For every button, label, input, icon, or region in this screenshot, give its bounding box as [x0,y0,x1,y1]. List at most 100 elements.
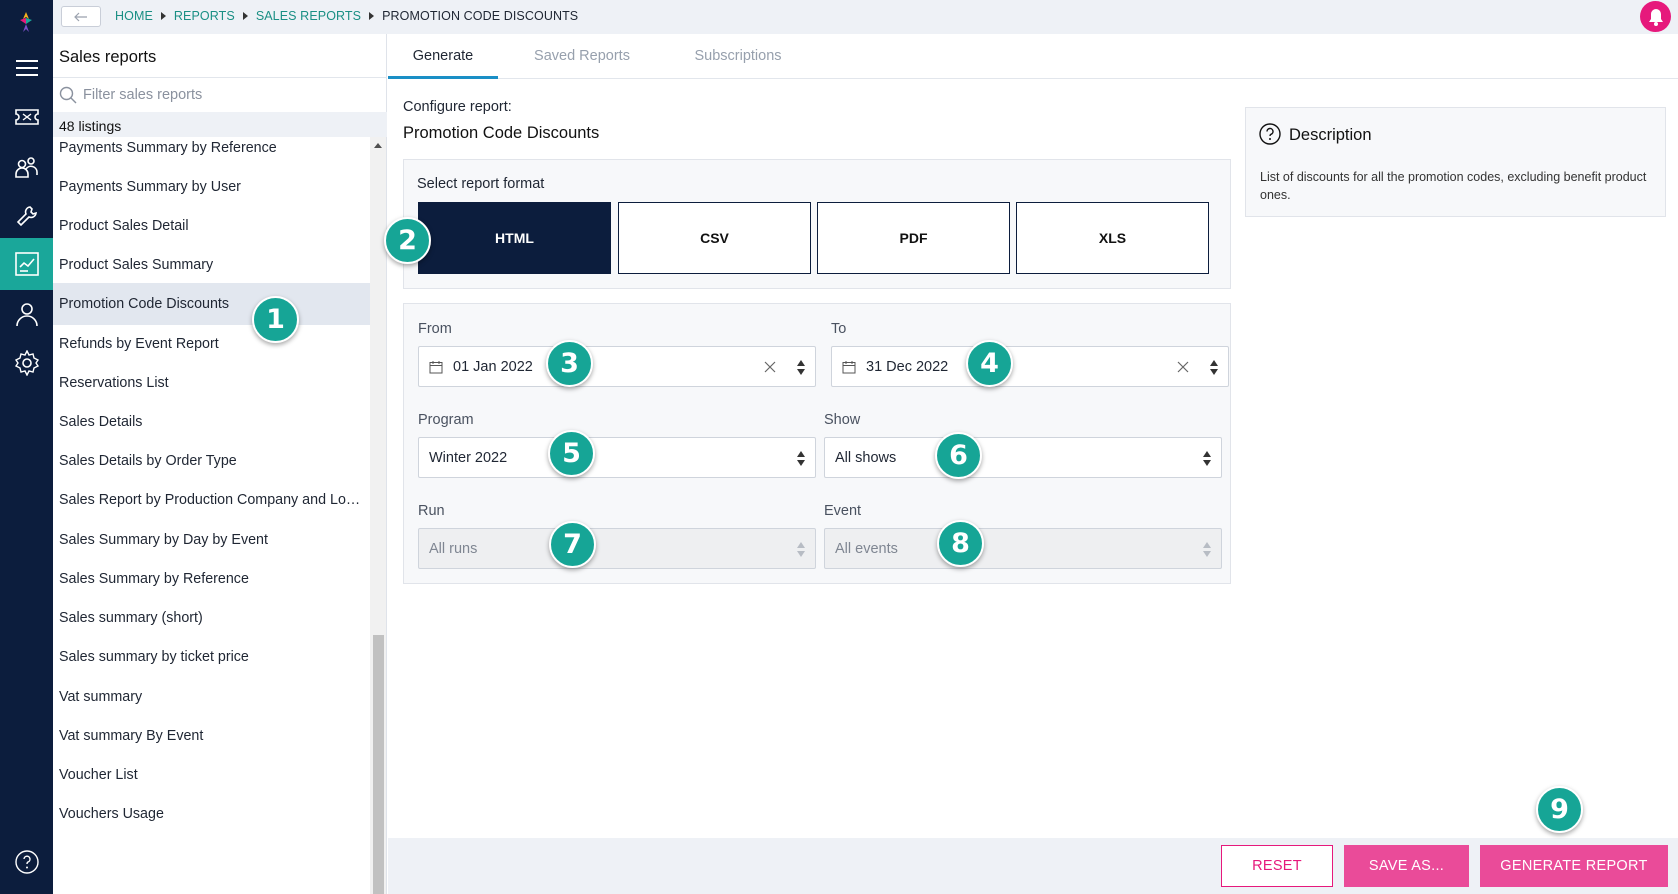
format-xls-button[interactable]: XLS [1016,202,1209,274]
save-as-button[interactable]: SAVE AS... [1344,845,1469,887]
to-date-field[interactable]: 31 Dec 2022 [831,346,1229,387]
annotation-badge-3: 3 [546,340,593,387]
report-list-panel: Sales reports 48 listings Payments Summa… [53,34,387,894]
description-panel: Description List of discounts for all th… [1245,107,1666,217]
reset-button[interactable]: RESET [1221,845,1333,887]
event-select: All events [824,528,1222,569]
to-label: To [831,321,847,337]
breadcrumb-sales-reports[interactable]: SALES REPORTS [256,9,361,23]
event-label: Event [824,503,862,519]
from-date-field[interactable]: 01 Jan 2022 [418,346,816,387]
list-scrollbar[interactable] [370,137,386,894]
list-item[interactable]: Product Sales Detail [53,205,370,247]
description-text: List of discounts for all the promotion … [1260,170,1647,202]
list-item[interactable]: Sales summary (short) [53,597,370,639]
run-label: Run [418,503,445,519]
annotation-badge-6: 6 [935,432,982,479]
arrow-left-icon [74,12,87,21]
list-item[interactable]: Payments Summary by Reference [53,137,370,169]
program-select[interactable]: Winter 2022 [418,437,816,478]
list-item[interactable]: Vat summary By Event [53,715,370,757]
list-item-selected[interactable]: Promotion Code Discounts [53,283,370,325]
listing-count: 48 listings [53,112,387,137]
show-value: All shows [835,449,897,466]
select-arrows-icon [1203,542,1211,557]
list-item[interactable]: Sales Report by Production Company and L… [53,479,370,521]
list-item[interactable]: Product Sales Summary [53,244,370,286]
logo-icon[interactable] [14,10,38,34]
breadcrumb-separator-icon [160,12,166,20]
notification-bell-icon[interactable] [1640,1,1671,32]
list-item[interactable]: Voucher List [53,754,370,796]
list-item[interactable]: Reservations List [53,362,370,404]
list-item[interactable]: Vouchers Usage [53,793,370,835]
run-value: All runs [429,540,478,557]
list-item[interactable]: Payments Summary by User [53,166,370,208]
format-html-button[interactable]: HTML [418,202,611,274]
settings-icon[interactable] [0,337,53,389]
list-item[interactable]: Vat summary [53,676,370,718]
breadcrumb-home[interactable]: HOME [115,9,153,23]
people-icon[interactable] [0,142,53,194]
annotation-badge-4: 4 [966,340,1013,387]
annotation-badge-8: 8 [937,520,984,567]
help-icon[interactable] [0,836,53,888]
list-item[interactable]: Sales Summary by Reference [53,558,370,600]
filter-input[interactable] [83,87,353,103]
from-date-value: 01 Jan 2022 [453,358,533,375]
breadcrumb-reports[interactable]: REPORTS [174,9,235,23]
stepper-icon[interactable] [797,360,805,375]
user-icon[interactable] [0,288,53,340]
select-arrows-icon [797,451,805,466]
menu-icon[interactable] [0,42,53,94]
annotation-badge-1: 1 [252,296,299,343]
calendar-icon [842,360,856,373]
run-select: All runs [418,528,816,569]
generate-report-button[interactable]: GENERATE REPORT [1480,845,1668,887]
list-item[interactable]: Sales summary by ticket price [53,636,370,678]
format-label: Select report format [417,176,545,192]
breadcrumb: HOME REPORTS SALES REPORTS PROMOTION COD… [115,9,578,23]
select-arrows-icon [1203,451,1211,466]
list-item[interactable]: Sales Details [53,401,370,443]
report-icon[interactable] [0,238,53,290]
from-label: From [418,321,452,337]
tab-generate[interactable]: Generate [388,34,498,79]
scrollbar-thumb[interactable] [373,635,384,894]
format-pdf-button[interactable]: PDF [817,202,1010,274]
ticket-icon[interactable] [0,91,53,143]
list-item[interactable]: Refunds by Event Report [53,323,370,365]
report-list-title: Sales reports [59,48,157,66]
breadcrumb-separator-icon [242,12,248,20]
nav-rail [0,0,53,894]
annotation-badge-5: 5 [548,430,595,477]
tab-subscriptions[interactable]: Subscriptions [668,34,808,79]
back-button[interactable] [61,6,101,27]
format-csv-button[interactable]: CSV [618,202,811,274]
report-list: Payments Summary by Reference Payments S… [53,137,370,894]
clear-icon[interactable] [763,360,777,374]
tab-saved-reports[interactable]: Saved Reports [512,34,652,79]
annotation-badge-9: 9 [1536,786,1583,833]
description-title: Description [1289,126,1372,144]
stepper-icon[interactable] [1210,360,1218,375]
event-value: All events [835,540,898,557]
annotation-badge-2: 2 [384,217,431,264]
configure-label: Configure report: [403,99,512,115]
clear-icon[interactable] [1176,360,1190,374]
to-date-value: 31 Dec 2022 [866,358,949,375]
show-select[interactable]: All shows [824,437,1222,478]
breadcrumb-current: PROMOTION CODE DISCOUNTS [382,9,579,23]
list-item[interactable]: Sales Summary by Day by Event [53,519,370,561]
scroll-up-icon[interactable] [374,143,382,148]
report-filter [53,77,387,112]
calendar-icon [429,360,443,373]
report-name: Promotion Code Discounts [403,124,600,142]
search-icon [59,86,77,104]
wrench-icon[interactable] [0,190,53,242]
select-arrows-icon [797,542,805,557]
program-label: Program [418,412,474,428]
program-value: Winter 2022 [429,449,508,466]
list-item[interactable]: Sales Details by Order Type [53,440,370,482]
breadcrumb-separator-icon [369,12,375,20]
